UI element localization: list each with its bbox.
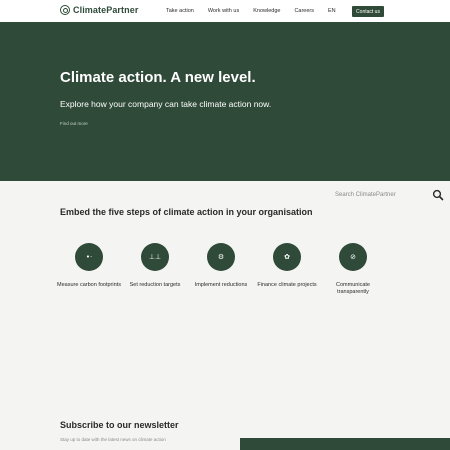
nav-item-careers[interactable]: Careers <box>294 8 314 14</box>
step-targets[interactable]: ⊥⊥ Set reduction targets <box>122 243 188 289</box>
brand-logo[interactable]: ClimatePartner <box>60 5 138 15</box>
logo-icon <box>60 5 70 15</box>
target-icon: ⊥⊥ <box>148 252 162 261</box>
nav-item-work-with-us[interactable]: Work with us <box>208 8 239 14</box>
hero-title: Climate action. A new level. <box>60 69 256 86</box>
finance-icon: ✿ <box>284 252 290 261</box>
newsletter-title: Subscribe to our newsletter <box>60 420 179 430</box>
nav-item-take-action[interactable]: Take action <box>166 8 194 14</box>
step-label: Measure carbon footprints <box>57 282 121 288</box>
newsletter-form-panel[interactable] <box>240 438 450 450</box>
language-switch[interactable]: EN <box>328 8 336 14</box>
step-label: Communicate transparently <box>336 282 370 295</box>
footprint-icon: •· <box>85 252 93 261</box>
nav-item-knowledge[interactable]: Knowledge <box>253 8 280 14</box>
communicate-icon: ⊘ <box>350 252 356 261</box>
step-circle[interactable]: ⚙ <box>207 243 235 271</box>
step-label: Implement reductions <box>194 282 248 288</box>
steps-section-title: Embed the five steps of climate action i… <box>60 207 313 217</box>
search-input[interactable]: Search ClimatePartner <box>335 192 396 198</box>
reduction-icon: ⚙ <box>217 252 225 261</box>
hero-subtitle: Explore how your company can take climat… <box>60 99 272 109</box>
search-icon[interactable] <box>432 189 444 201</box>
hero-banner: Climate action. A new level. Explore how… <box>0 22 450 181</box>
hero-link[interactable]: Find out more <box>60 121 88 126</box>
main-nav: Take action Work with us Knowledge Caree… <box>166 8 346 14</box>
steps-row: •· Measure carbon footprints ⊥⊥ Set redu… <box>56 243 396 353</box>
step-implement[interactable]: ⚙ Implement reductions <box>188 243 254 289</box>
step-circle[interactable]: •· <box>75 243 103 271</box>
site-header: ClimatePartner Take action Work with us … <box>0 0 450 22</box>
step-label: Set reduction targets <box>129 282 181 288</box>
site-search[interactable]: Search ClimatePartner <box>335 189 445 201</box>
step-finance[interactable]: ✿ Finance climate projects <box>254 243 320 289</box>
contact-button[interactable]: Contact us <box>352 6 384 17</box>
step-circle[interactable]: ⊘ <box>339 243 367 271</box>
newsletter-text: Stay up to date with the latest news on … <box>60 437 166 442</box>
brand-name: ClimatePartner <box>73 5 139 15</box>
step-communicate[interactable]: ⊘ Communicate transparently <box>320 243 386 296</box>
step-circle[interactable]: ⊥⊥ <box>141 243 169 271</box>
step-label: Finance climate projects <box>257 282 317 288</box>
step-measure[interactable]: •· Measure carbon footprints <box>56 243 122 289</box>
step-circle[interactable]: ✿ <box>273 243 301 271</box>
